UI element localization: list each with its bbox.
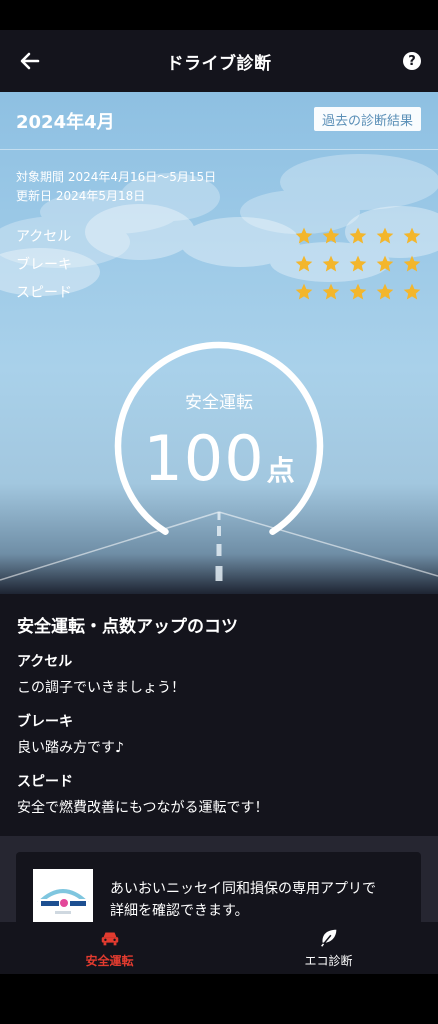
app-banner-line: 詳細を確認できます。: [110, 903, 249, 919]
nav-label: エコ診断: [304, 954, 353, 968]
status-bar: [0, 0, 438, 30]
app-logo-icon: [33, 869, 93, 922]
back-arrow-icon[interactable]: [16, 47, 44, 75]
score-gauge: [114, 341, 324, 535]
tip-text: 良い踏み方です♪: [17, 740, 124, 756]
tip-item: アクセル この調子でいきましょう！: [17, 651, 421, 697]
tip-text: 安全で燃費改善にもつながる運転です！: [17, 800, 269, 816]
tip-item: ブレーキ 良い踏み方です♪: [17, 711, 421, 757]
help-icon[interactable]: ?: [403, 52, 421, 70]
score-value: 100: [143, 422, 265, 495]
app-banner-line: あいおいニッセイ同和損保の専用アプリで: [110, 881, 376, 897]
nav-label: 安全運転: [85, 954, 134, 968]
score-label: 安全運転: [185, 393, 253, 413]
nav-safe-driving[interactable]: 安全運転: [0, 922, 219, 974]
score-unit: 点: [266, 454, 295, 487]
app-banner-section: あいおいニッセイ同和損保の専用アプリで 詳細を確認できます。: [0, 836, 438, 922]
app-header: ドライブ診断 ?: [0, 30, 438, 92]
score-display: 100点: [0, 422, 438, 495]
tips-section: 安全運転・点数アップのコツ アクセル この調子でいきましょう！ ブレーキ 良い踏…: [0, 594, 438, 836]
tip-label: スピード: [17, 774, 73, 790]
tip-text: この調子でいきましょう！: [17, 680, 185, 696]
tip-label: ブレーキ: [17, 714, 73, 730]
leaf-icon: [320, 929, 336, 947]
app-banner-text: あいおいニッセイ同和損保の専用アプリで 詳細を確認できます。: [110, 878, 400, 922]
page-title: ドライブ診断: [166, 53, 272, 74]
score-panel: 2024年4月 過去の診断結果 対象期間 2024年4月16日～5月15日 更新…: [0, 92, 438, 594]
bottom-navigation: 安全運転 エコ診断: [0, 922, 438, 974]
nav-eco-diagnosis[interactable]: エコ診断: [219, 922, 438, 974]
app-banner-card[interactable]: あいおいニッセイ同和損保の専用アプリで 詳細を確認できます。: [16, 852, 421, 922]
system-navigation-bar: [0, 974, 438, 1024]
tip-label: アクセル: [17, 654, 73, 670]
tip-item: スピード 安全で燃費改善にもつながる運転です！: [17, 771, 421, 817]
car-icon: [101, 932, 118, 946]
tips-title: 安全運転・点数アップのコツ: [17, 617, 238, 637]
